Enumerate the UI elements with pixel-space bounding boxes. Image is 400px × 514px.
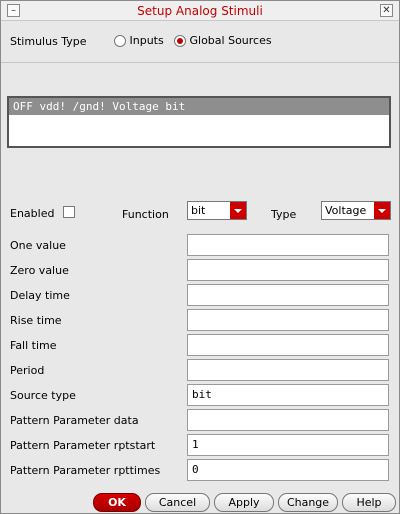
enabled-checkbox[interactable] [63, 206, 75, 218]
delay-time-field[interactable] [187, 284, 389, 306]
one-value-field[interactable] [187, 234, 389, 256]
source-type-field[interactable]: bit [187, 384, 389, 406]
help-button[interactable]: Help [342, 493, 396, 512]
list-item[interactable]: OFF vdd! /gnd! Voltage bit [9, 98, 389, 115]
rise-time-field[interactable] [187, 309, 389, 331]
pattern-data-label: Pattern Parameter data [10, 414, 139, 427]
radio-global-sources[interactable]: Global Sources [174, 34, 272, 47]
stimulus-type-label: Stimulus Type [10, 35, 87, 48]
ok-button[interactable]: OK [93, 493, 141, 512]
setup-analog-stimuli-dialog: – Setup Analog Stimuli ✕ Stimulus Type I… [0, 0, 400, 514]
fall-time-field[interactable] [187, 334, 389, 356]
chevron-down-icon[interactable] [230, 202, 246, 219]
pattern-data-field[interactable] [187, 409, 389, 431]
radio-global-sources-indicator[interactable] [174, 35, 186, 47]
zero-value-label: Zero value [10, 264, 69, 277]
pattern-rptstart-field[interactable]: 1 [187, 434, 389, 456]
separator [1, 62, 399, 63]
type-select[interactable]: Voltage [321, 201, 391, 220]
cancel-button[interactable]: Cancel [145, 493, 210, 512]
radio-inputs-label: Inputs [129, 34, 164, 47]
change-button[interactable]: Change [278, 493, 338, 512]
type-label: Type [271, 208, 297, 221]
close-icon[interactable]: ✕ [380, 4, 393, 17]
stimuli-listbox[interactable]: OFF vdd! /gnd! Voltage bit [7, 96, 391, 148]
rise-time-label: Rise time [10, 314, 62, 327]
period-label: Period [10, 364, 45, 377]
pattern-rpttimes-field[interactable]: 0 [187, 459, 389, 481]
radio-inputs[interactable]: Inputs [114, 34, 164, 47]
chevron-down-icon[interactable] [374, 202, 390, 219]
radio-global-sources-label: Global Sources [189, 34, 272, 47]
enabled-label: Enabled [10, 207, 55, 220]
pattern-rptstart-label: Pattern Parameter rptstart [10, 439, 156, 452]
zero-value-field[interactable] [187, 259, 389, 281]
title-bar: – Setup Analog Stimuli ✕ [1, 1, 399, 21]
radio-inputs-indicator[interactable] [114, 35, 126, 47]
window-title: Setup Analog Stimuli [137, 4, 263, 18]
function-label: Function [122, 208, 169, 221]
pattern-rpttimes-label: Pattern Parameter rpttimes [10, 464, 161, 477]
period-field[interactable] [187, 359, 389, 381]
type-select-value: Voltage [325, 204, 367, 217]
source-type-label: Source type [10, 389, 76, 402]
one-value-label: One value [10, 239, 66, 252]
function-select[interactable]: bit [187, 201, 247, 220]
delay-time-label: Delay time [10, 289, 70, 302]
apply-button[interactable]: Apply [214, 493, 274, 512]
fall-time-label: Fall time [10, 339, 57, 352]
function-select-value: bit [191, 204, 206, 217]
